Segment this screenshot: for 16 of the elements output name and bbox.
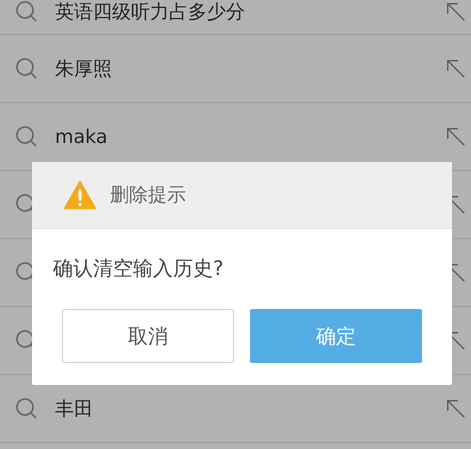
search-icon	[15, 124, 39, 148]
history-query[interactable]: maka	[55, 126, 445, 148]
cancel-button[interactable]: 取消	[62, 309, 234, 363]
dialog-message: 确认清空输入历史?	[52, 255, 225, 282]
arrow-up-left-icon	[445, 126, 467, 148]
arrow-up-left-icon	[445, 58, 467, 80]
warning-icon	[63, 180, 97, 210]
search-icon	[15, 0, 39, 24]
search-icon	[15, 396, 39, 420]
arrow-up-left-icon	[445, 1, 467, 23]
history-query[interactable]: 朱厚照	[55, 56, 445, 82]
history-query[interactable]: 英语四级听力占多少分	[55, 0, 445, 25]
history-query[interactable]: 丰田	[55, 396, 445, 422]
arrow-up-left-icon	[445, 398, 467, 420]
dialog-title: 删除提示	[110, 183, 186, 208]
search-icon	[15, 56, 39, 80]
